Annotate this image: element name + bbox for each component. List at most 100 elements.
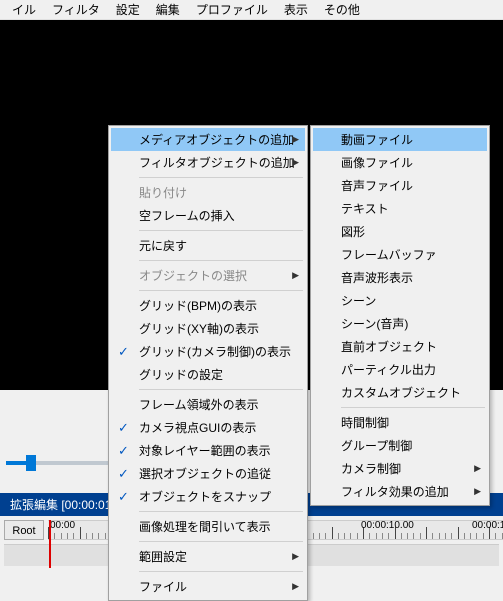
menu-item-label: 直前オブジェクト (341, 338, 437, 355)
submenu-camera-control[interactable]: カメラ制御 ▶ (313, 457, 487, 480)
menu-item-label: オブジェクトをスナップ (139, 488, 271, 505)
ruler-label: 00:00:10.00 (361, 520, 414, 531)
menu-file[interactable]: ファイル ▶ (111, 575, 305, 598)
menubar-item[interactable]: プロファイル (188, 0, 276, 20)
menu-item-label: 音声ファイル (341, 177, 413, 194)
menu-item-label: グリッドの設定 (139, 366, 223, 383)
check-icon: ✓ (118, 420, 129, 436)
menu-item-label: グループ制御 (341, 437, 412, 454)
submenu-group-control[interactable]: グループ制御 (313, 434, 487, 457)
menu-snap-object[interactable]: ✓ オブジェクトをスナップ (111, 485, 305, 508)
menu-item-label: グリッド(XY軸)の表示 (139, 320, 259, 337)
separator (139, 260, 303, 261)
menu-target-layer-range[interactable]: ✓対象レイヤー範囲の表示 (111, 439, 305, 462)
menu-add-filter-object[interactable]: フィルタオブジェクトの追加▶ (111, 151, 305, 174)
menu-undo[interactable]: 元に戻す (111, 234, 305, 257)
menubar: イルフィルタ設定編集プロファイル表示その他 (0, 0, 503, 20)
separator (341, 407, 485, 408)
menu-thin-image-proc[interactable]: 画像処理を間引いて表示 (111, 515, 305, 538)
submenu-scene-audio[interactable]: シーン(音声) (313, 312, 487, 335)
menu-add-media-object[interactable]: メディアオブジェクトの追加▶ (111, 128, 305, 151)
chevron-right-icon: ▶ (292, 270, 299, 281)
menubar-item[interactable]: 設定 (108, 0, 148, 20)
menu-item-label: 時間制御 (341, 414, 389, 431)
menu-item-label: 空フレームの挿入 (139, 207, 235, 224)
menubar-item[interactable]: 表示 (276, 0, 316, 20)
submenu-time-control[interactable]: 時間制御 (313, 411, 487, 434)
menu-item-label: カメラ視点GUIの表示 (139, 419, 256, 436)
check-icon: ✓ (118, 466, 129, 482)
menu-item-label: オブジェクトの選択 (139, 267, 247, 284)
menu-item-label: フレームバッファ (341, 246, 437, 263)
menu-range-settings[interactable]: 範囲設定 ▶ (111, 545, 305, 568)
chevron-right-icon: ▶ (292, 551, 299, 562)
menubar-item[interactable]: イル (4, 0, 44, 20)
chevron-right-icon: ▶ (474, 486, 481, 497)
menu-item-label: 動画ファイル (341, 131, 413, 148)
playhead[interactable] (49, 520, 51, 568)
menu-camera-gui[interactable]: ✓ カメラ視点GUIの表示 (111, 416, 305, 439)
menu-item-label: シーン (341, 292, 376, 309)
check-icon: ✓ (118, 344, 129, 360)
submenu-previous-object[interactable]: 直前オブジェクト (313, 335, 487, 358)
separator (139, 389, 303, 390)
submenu-frame-buffer[interactable]: フレームバッファ (313, 243, 487, 266)
check-icon: ✓ (118, 443, 129, 459)
menu-item-label: フィルタオブジェクトの追加 (139, 154, 295, 171)
root-button[interactable]: Root (4, 520, 44, 540)
menu-show-outside-frame[interactable]: フレーム領域外の表示 (111, 393, 305, 416)
menubar-item[interactable]: 編集 (148, 0, 188, 20)
chevron-right-icon: ▶ (474, 463, 481, 474)
menu-follow-selection[interactable]: ✓ 選択オブジェクトの追従 (111, 462, 305, 485)
separator (139, 541, 303, 542)
separator (139, 230, 303, 231)
timeline-title-label: 拡張編集 [00:00:01 (10, 496, 111, 513)
menu-item-label: 選択オブジェクトの追従 (139, 465, 271, 482)
seek-slider[interactable] (0, 450, 120, 475)
chevron-right-icon: ▶ (292, 581, 299, 592)
menu-item-label: カメラ制御 (341, 460, 401, 477)
slider-track (6, 461, 116, 465)
menu-item-label: グリッド(カメラ制御)の表示 (139, 343, 291, 360)
menubar-item[interactable]: フィルタ (44, 0, 108, 20)
menu-item-label: 音声波形表示 (341, 269, 413, 286)
menu-item-label: ファイル (139, 578, 187, 595)
menu-paste: 貼り付け (111, 181, 305, 204)
check-icon: ✓ (118, 489, 129, 505)
submenu-audio-file[interactable]: 音声ファイル (313, 174, 487, 197)
menu-grid-xy[interactable]: グリッド(XY軸)の表示 (111, 317, 305, 340)
menu-insert-empty-frame[interactable]: 空フレームの挿入 (111, 204, 305, 227)
menu-grid-bpm[interactable]: グリッド(BPM)の表示 (111, 294, 305, 317)
submenu-particle[interactable]: パーティクル出力 (313, 358, 487, 381)
menu-item-label: 図形 (341, 223, 365, 240)
separator (139, 571, 303, 572)
submenu-audio-waveform[interactable]: 音声波形表示 (313, 266, 487, 289)
submenu-shape[interactable]: 図形 (313, 220, 487, 243)
menu-item-label: パーティクル出力 (341, 361, 436, 378)
menu-item-label: メディアオブジェクトの追加 (139, 131, 294, 148)
submenu-video-file[interactable]: 動画ファイル (313, 128, 487, 151)
ruler-label: 00:00 (50, 520, 75, 531)
ruler-label: 00:00:13. (472, 520, 503, 531)
slider-thumb[interactable] (26, 455, 36, 471)
menu-item-label: テキスト (341, 200, 389, 217)
menubar-item[interactable]: その他 (316, 0, 368, 20)
menu-grid-camera[interactable]: ✓ グリッド(カメラ制御)の表示 (111, 340, 305, 363)
chevron-right-icon: ▶ (292, 134, 299, 145)
menu-item-label: 画像処理を間引いて表示 (139, 518, 271, 535)
submenu-scene[interactable]: シーン (313, 289, 487, 312)
menu-item-label: フレーム領域外の表示 (139, 396, 259, 413)
menu-item-label: シーン(音声) (341, 315, 408, 332)
menu-item-label: フィルタ効果の追加 (341, 483, 449, 500)
submenu-image-file[interactable]: 画像ファイル (313, 151, 487, 174)
chevron-right-icon: ▶ (292, 157, 299, 168)
menu-select-object: オブジェクトの選択 ▶ (111, 264, 305, 287)
menu-grid-settings[interactable]: グリッドの設定 (111, 363, 305, 386)
menu-item-label: グリッド(BPM)の表示 (139, 297, 257, 314)
menu-item-label: 画像ファイル (341, 154, 413, 171)
menu-item-label: 範囲設定 (139, 548, 187, 565)
submenu-add-filter-effect[interactable]: フィルタ効果の追加 ▶ (313, 480, 487, 503)
submenu-custom-object[interactable]: カスタムオブジェクト (313, 381, 487, 404)
separator (139, 177, 303, 178)
submenu-text[interactable]: テキスト (313, 197, 487, 220)
